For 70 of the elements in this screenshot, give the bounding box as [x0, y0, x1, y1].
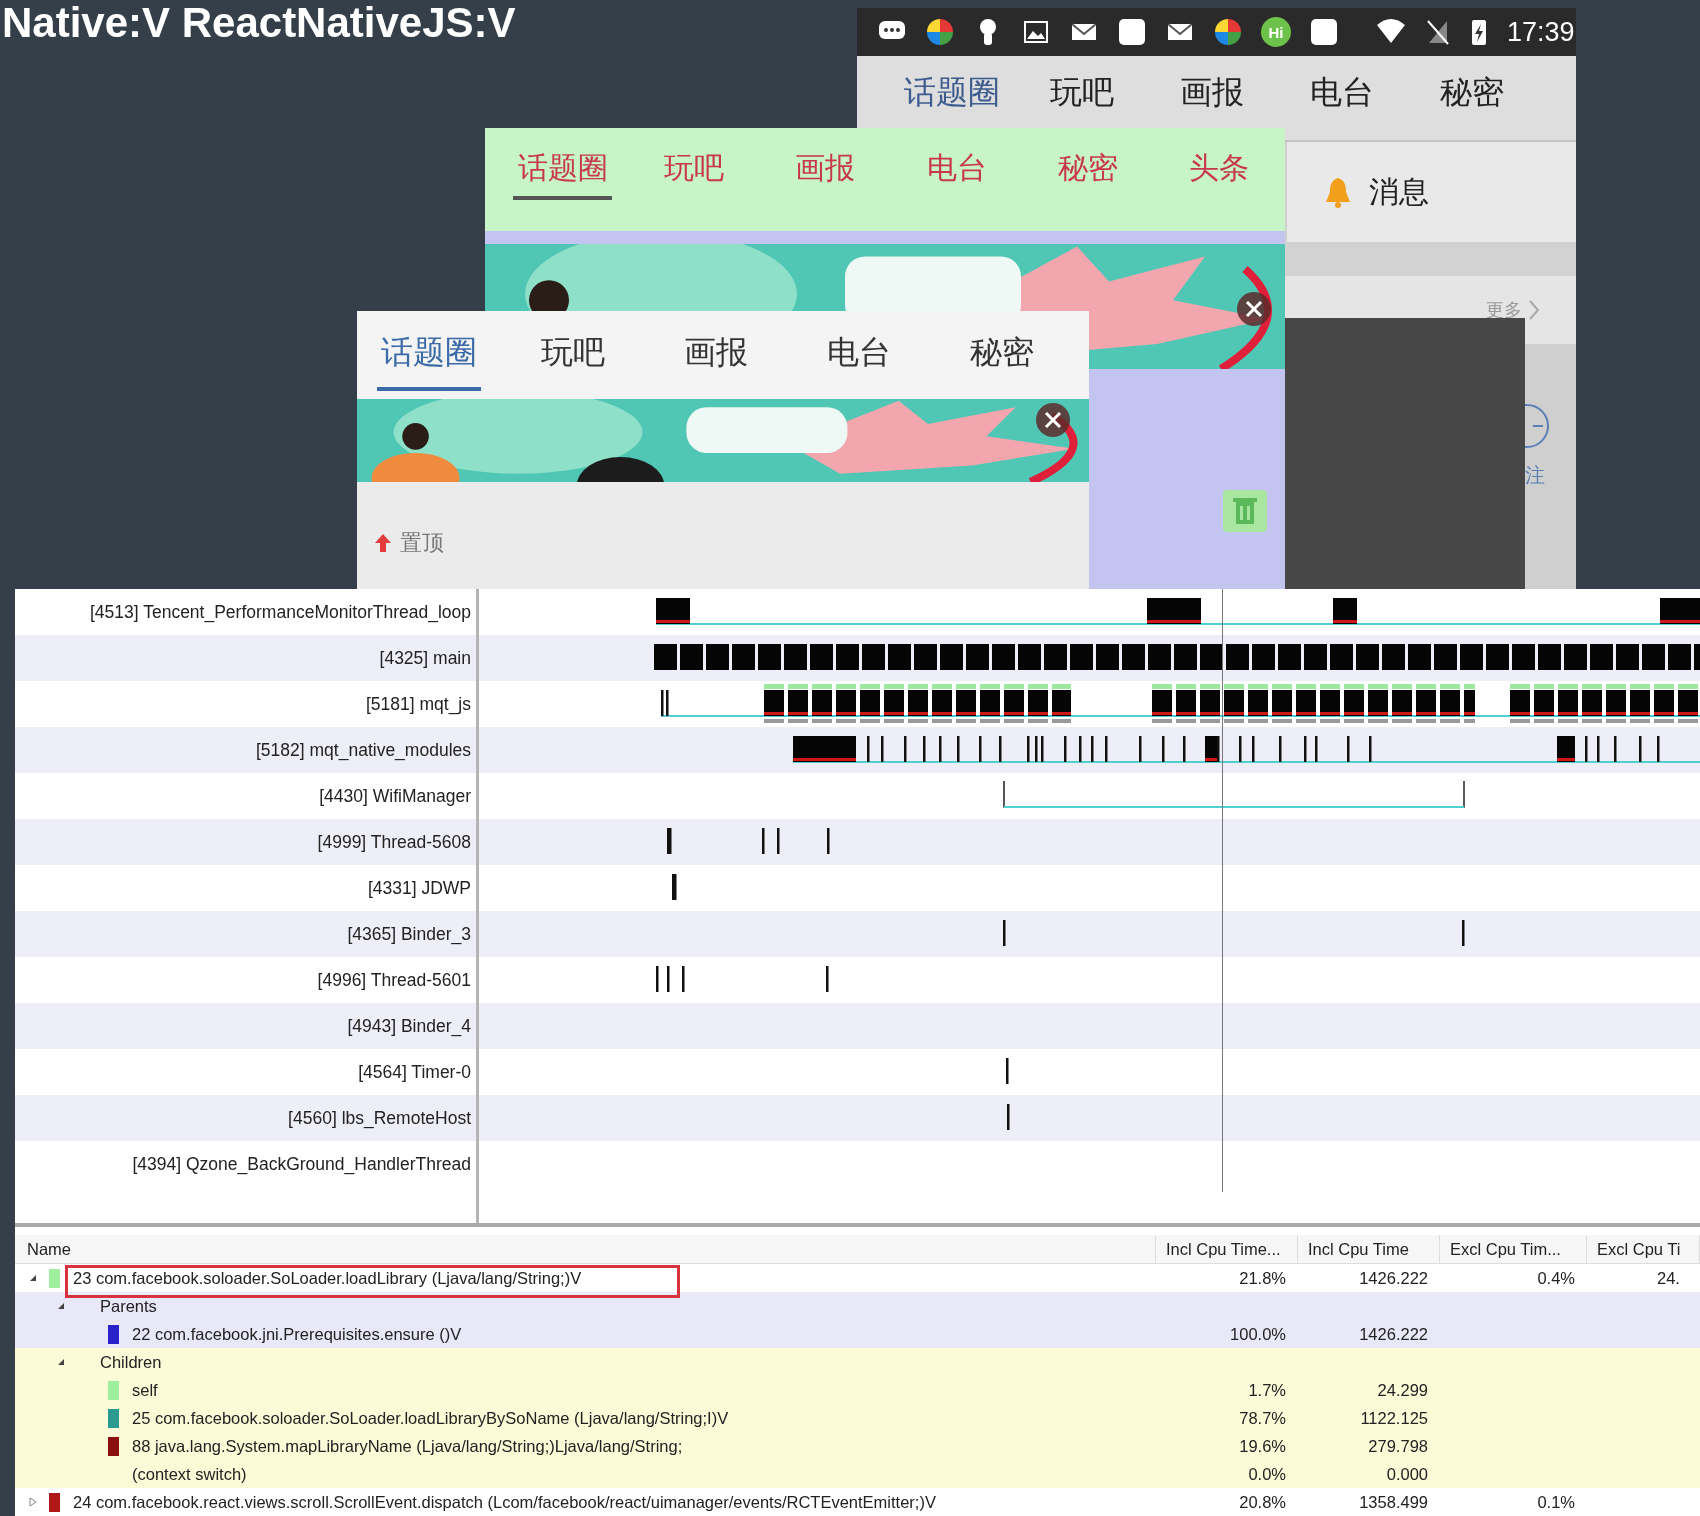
table-cell-text: 0.1% [1536, 1492, 1576, 1513]
thread-activity-drawing [1006, 1058, 1009, 1084]
tab[interactable]: 画报 [759, 128, 891, 200]
app-notification-badge: Hi [1261, 17, 1291, 47]
tab[interactable]: 玩吧 [1017, 60, 1147, 126]
thread-label: [4394] Qzone_BackGround_HandlerThread [15, 1141, 479, 1187]
table-cell-text: 1426.222 [1358, 1324, 1429, 1345]
method-name: 25 com.facebook.soloader.SoLoader.loadLibraryBySoName (Ljava/lang/String;I)V [131, 1408, 729, 1429]
table-cell-text: 78.7% [1238, 1408, 1287, 1429]
pinwheel-icon [925, 17, 955, 47]
thread-activity-drawing [1007, 1104, 1010, 1130]
table-cell-text: 1.7% [1247, 1380, 1287, 1401]
group-label: Children [100, 1352, 162, 1373]
method-name: 22 com.facebook.jni.Prerequisites.ensure ()V [131, 1324, 462, 1345]
chevron-right-icon [1528, 299, 1540, 321]
tab[interactable]: 秘密 [1022, 128, 1154, 200]
tab[interactable]: 头条 [1153, 128, 1285, 200]
column-header[interactable]: Excl Cpu Tim... [1440, 1235, 1587, 1263]
table-cell-text: 100.0% [1229, 1324, 1287, 1345]
table-cell-text: 20.8% [1238, 1492, 1287, 1513]
table-cell-text: 1426.222 [1358, 1268, 1429, 1289]
tab[interactable]: 画报 [1147, 60, 1277, 126]
table-cell-text: 0.4% [1536, 1268, 1576, 1289]
table-cell-text: 24. [1656, 1268, 1681, 1289]
table-cell-text: 0.000 [1385, 1464, 1429, 1485]
tab[interactable]: 玩吧 [501, 311, 644, 391]
tab[interactable]: 话题圈 [887, 60, 1017, 126]
method-name: 24 com.facebook.react.views.scroll.ScrollEvent.dispatch (Lcom/facebook/react/uimanager/events/RCTEventEmitter;)V [72, 1492, 936, 1513]
trash-icon [1223, 490, 1267, 532]
close-icon [1035, 402, 1071, 438]
method-name: 23 com.facebook.soloader.SoLoader.loadLibrary (Ljava/lang/String;)V [72, 1268, 582, 1289]
table-cell-text: 21.8% [1238, 1268, 1287, 1289]
column-header[interactable]: Incl Cpu Time... [1156, 1235, 1298, 1263]
tab[interactable]: 画报 [644, 311, 787, 391]
tab[interactable]: 电台 [1277, 60, 1407, 126]
column-header[interactable]: Excl Cpu Ti [1587, 1235, 1700, 1263]
thread-activity-drawing [672, 874, 677, 900]
table-cell-text: 0.0% [1247, 1464, 1287, 1485]
tab[interactable]: 秘密 [1407, 60, 1537, 126]
status-time: 17:39 [1507, 16, 1575, 48]
square-icon [1117, 17, 1147, 47]
slide-title: Native:V ReactNativeJS:V [2, 2, 516, 44]
close-icon [1236, 291, 1272, 327]
message-row[interactable]: 消息 [1287, 142, 1576, 242]
table-cell-text: 19.6% [1238, 1436, 1287, 1457]
square-icon [1309, 17, 1339, 47]
method-name: (context switch) [131, 1464, 247, 1485]
follow-label: 注 [1525, 463, 1545, 488]
tab[interactable]: 话题圈 [513, 128, 613, 200]
pin-top-icon [374, 533, 392, 553]
column-header[interactable]: Name [15, 1235, 1156, 1263]
tab[interactable]: 秘密 [930, 311, 1073, 391]
method-name: self [131, 1380, 158, 1401]
battery-icon [1469, 17, 1489, 47]
collapsed-arrow-icon[interactable] [27, 1496, 39, 1508]
tab[interactable]: 玩吧 [628, 128, 760, 200]
message-label: 消息 [1369, 173, 1429, 210]
tab[interactable]: 话题圈 [377, 311, 481, 391]
table-cell-text: 279.798 [1367, 1436, 1429, 1457]
tab[interactable]: 电台 [890, 128, 1023, 200]
table-cell-text: 1358.499 [1358, 1492, 1429, 1513]
pinwheel-icon [1213, 17, 1243, 47]
bell-icon [1323, 176, 1353, 208]
method-name: 88 java.lang.System.mapLibraryName (Ljava/lang/String;)Ljava/lang/String; [131, 1436, 683, 1457]
column-header[interactable]: Incl Cpu Time [1298, 1235, 1440, 1263]
pin-label: 置顶 [400, 529, 444, 557]
table-cell-text: 1122.125 [1359, 1408, 1429, 1429]
tab[interactable]: 电台 [787, 311, 930, 391]
group-label: Parents [100, 1296, 157, 1317]
table-cell-text: 24.299 [1376, 1380, 1429, 1401]
